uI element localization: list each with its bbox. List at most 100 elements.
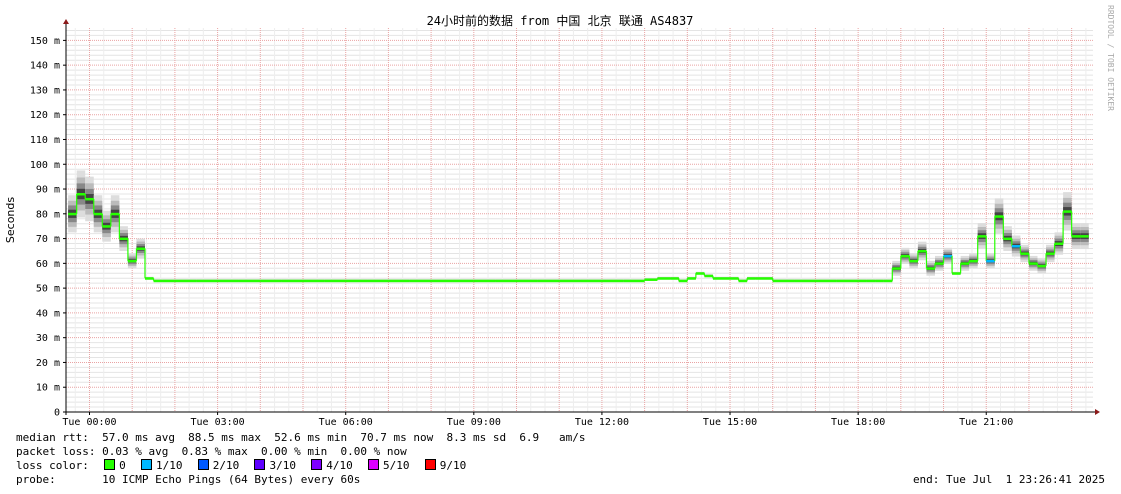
y-tick-label: 130 m [30, 85, 60, 96]
median-segment [217, 279, 239, 283]
median-segment [174, 279, 197, 283]
median-segment [909, 259, 918, 263]
median-segment [960, 262, 970, 265]
median-segment [537, 279, 560, 283]
median-segment [238, 279, 261, 283]
median-segment [473, 279, 496, 283]
y-ticks: 0 10 m 20 m 30 m 40 m 50 m 60 m 70 m 80 m 90 m 100… [30, 36, 66, 419]
loss-color-swatch-label: 9/10 [439, 459, 480, 472]
y-tick-label: 10 m [36, 383, 60, 394]
median-segment [110, 212, 120, 216]
y-tick-label: 50 m [36, 284, 60, 295]
probe-value: 10 ICMP Echo Pings (64 Bytes) every 60s [102, 473, 361, 486]
y-tick-label: 110 m [30, 135, 60, 146]
median-segment [858, 279, 867, 283]
axes [63, 19, 1100, 415]
loss-color-swatch [254, 459, 266, 470]
smoke-band [68, 170, 1089, 283]
median-segment [695, 272, 705, 275]
median-segment [986, 259, 995, 263]
loss-color-item: 0 [102, 459, 139, 472]
y-tick-label: 90 m [36, 185, 60, 196]
median-segment [900, 254, 910, 258]
x-tick-label: Tue 00:00 [62, 417, 116, 428]
x-tick-label: Tue 09:00 [447, 417, 501, 428]
y-tick-label: 40 m [36, 308, 60, 319]
loss-color-swatch-label: 5/10 [382, 459, 423, 472]
loss-color-legend: loss color: 0 1/10 2/10 3/10 4/10 5/10 9… [16, 459, 479, 473]
y-tick-label: 60 m [36, 259, 60, 270]
median-rtt-line: median rtt: 57.0 ms avg 88.5 ms max 52.6… [16, 431, 586, 444]
median-segment [721, 277, 731, 280]
median-segment [1063, 210, 1072, 213]
median-segment [431, 279, 453, 283]
probe-label: probe: [16, 473, 56, 486]
loss-color-swatch-label: 0 [119, 459, 139, 472]
median-segment [943, 254, 953, 258]
loss-color-swatch-label: 2/10 [212, 459, 253, 472]
median-segment [836, 279, 859, 283]
median-segment [1054, 242, 1064, 246]
median-segment [495, 279, 517, 283]
median-segment [1080, 235, 1089, 238]
x-tick-label: Tue 12:00 [575, 417, 629, 428]
loss-color-swatch [311, 459, 323, 470]
median-segment [623, 279, 645, 283]
median-segment [1020, 252, 1029, 255]
loss-color-swatch [424, 459, 436, 470]
median-segment [977, 235, 987, 238]
median-segment [883, 279, 893, 283]
smokeping-chart: 24小时前的数据 from 中国 北京 联通 AS4837 Seconds RR… [4, 5, 1115, 428]
median-segment [687, 277, 696, 280]
median-segment [303, 279, 325, 283]
median-segment [926, 267, 935, 270]
median-segment [1071, 235, 1081, 238]
y-tick-label: 20 m [36, 358, 60, 369]
loss-color-swatch-label: 3/10 [269, 459, 310, 472]
x-tick-label: Tue 06:00 [319, 417, 373, 428]
median-segment [755, 277, 773, 280]
median-segment [657, 277, 671, 280]
median-segment [875, 279, 884, 283]
loss-color-swatch [104, 459, 116, 470]
loss-color-swatch [140, 459, 152, 470]
y-tick-label: 120 m [30, 110, 60, 121]
median-segment [136, 247, 145, 250]
probe-line: probe: 10 ICMP Echo Pings (64 Bytes) eve… [16, 473, 360, 487]
median-segment [704, 274, 713, 278]
loss-color-swatches: 0 1/10 2/10 3/10 4/10 5/10 9/10 [102, 459, 479, 472]
median-segment [452, 279, 474, 283]
loss-color-swatch-label: 4/10 [326, 459, 366, 472]
median-segment [559, 279, 581, 283]
median-segment [196, 279, 218, 283]
x-tick-label: Tue 15:00 [703, 417, 757, 428]
median-segment [1037, 264, 1047, 268]
median-segment [260, 279, 282, 283]
end-time: end: Tue Jul 1 23:26:41 2025 [912, 473, 1105, 486]
median-segment [969, 259, 978, 263]
y-axis-label: Seconds [4, 197, 17, 243]
median-segment [580, 279, 602, 283]
median-segment [935, 262, 944, 265]
chart-title: 24小时前的数据 from 中国 北京 联通 AS4837 [427, 13, 694, 28]
x-tick-label: Tue 18:00 [831, 417, 885, 428]
median-segment [892, 267, 901, 270]
median-segment [102, 225, 111, 228]
loss-color-swatch-label: 1/10 [155, 459, 196, 472]
median-segment [730, 277, 739, 280]
median-segment [952, 272, 961, 275]
loss-color-label: loss color: [16, 459, 89, 472]
median-segment [85, 197, 94, 201]
median-segment [815, 279, 837, 283]
y-tick-label: 100 m [30, 160, 60, 171]
packet-loss-line: packet loss: 0.03 % avg 0.83 % max 0.00 … [16, 445, 407, 458]
y-tick-label: 30 m [36, 333, 60, 344]
grid [66, 28, 1093, 412]
median-segment [1011, 245, 1021, 248]
x-tick-label: Tue 21:00 [959, 417, 1013, 428]
x-tick-label: Tue 03:00 [191, 417, 245, 428]
loss-color-swatch [197, 459, 209, 470]
median-segment [153, 279, 163, 283]
median-segment [281, 279, 303, 283]
median-segment [712, 277, 722, 280]
